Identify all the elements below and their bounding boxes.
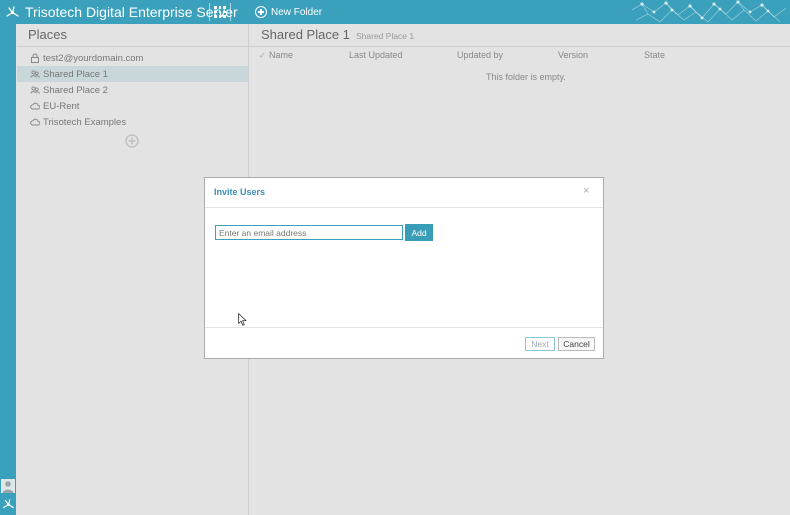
divider — [205, 327, 603, 328]
next-button[interactable]: Next — [525, 337, 555, 351]
email-input[interactable] — [215, 225, 403, 240]
dialog-title: Invite Users — [214, 187, 266, 197]
modal-overlay: Invite Users × Add Next Cancel — [0, 0, 790, 515]
close-icon[interactable]: × — [583, 186, 589, 197]
divider — [205, 207, 603, 208]
invite-users-dialog: Invite Users × Add Next Cancel — [204, 177, 604, 359]
mouse-cursor-icon — [238, 313, 247, 326]
add-button[interactable]: Add — [405, 224, 433, 241]
cancel-button[interactable]: Cancel — [558, 337, 595, 351]
